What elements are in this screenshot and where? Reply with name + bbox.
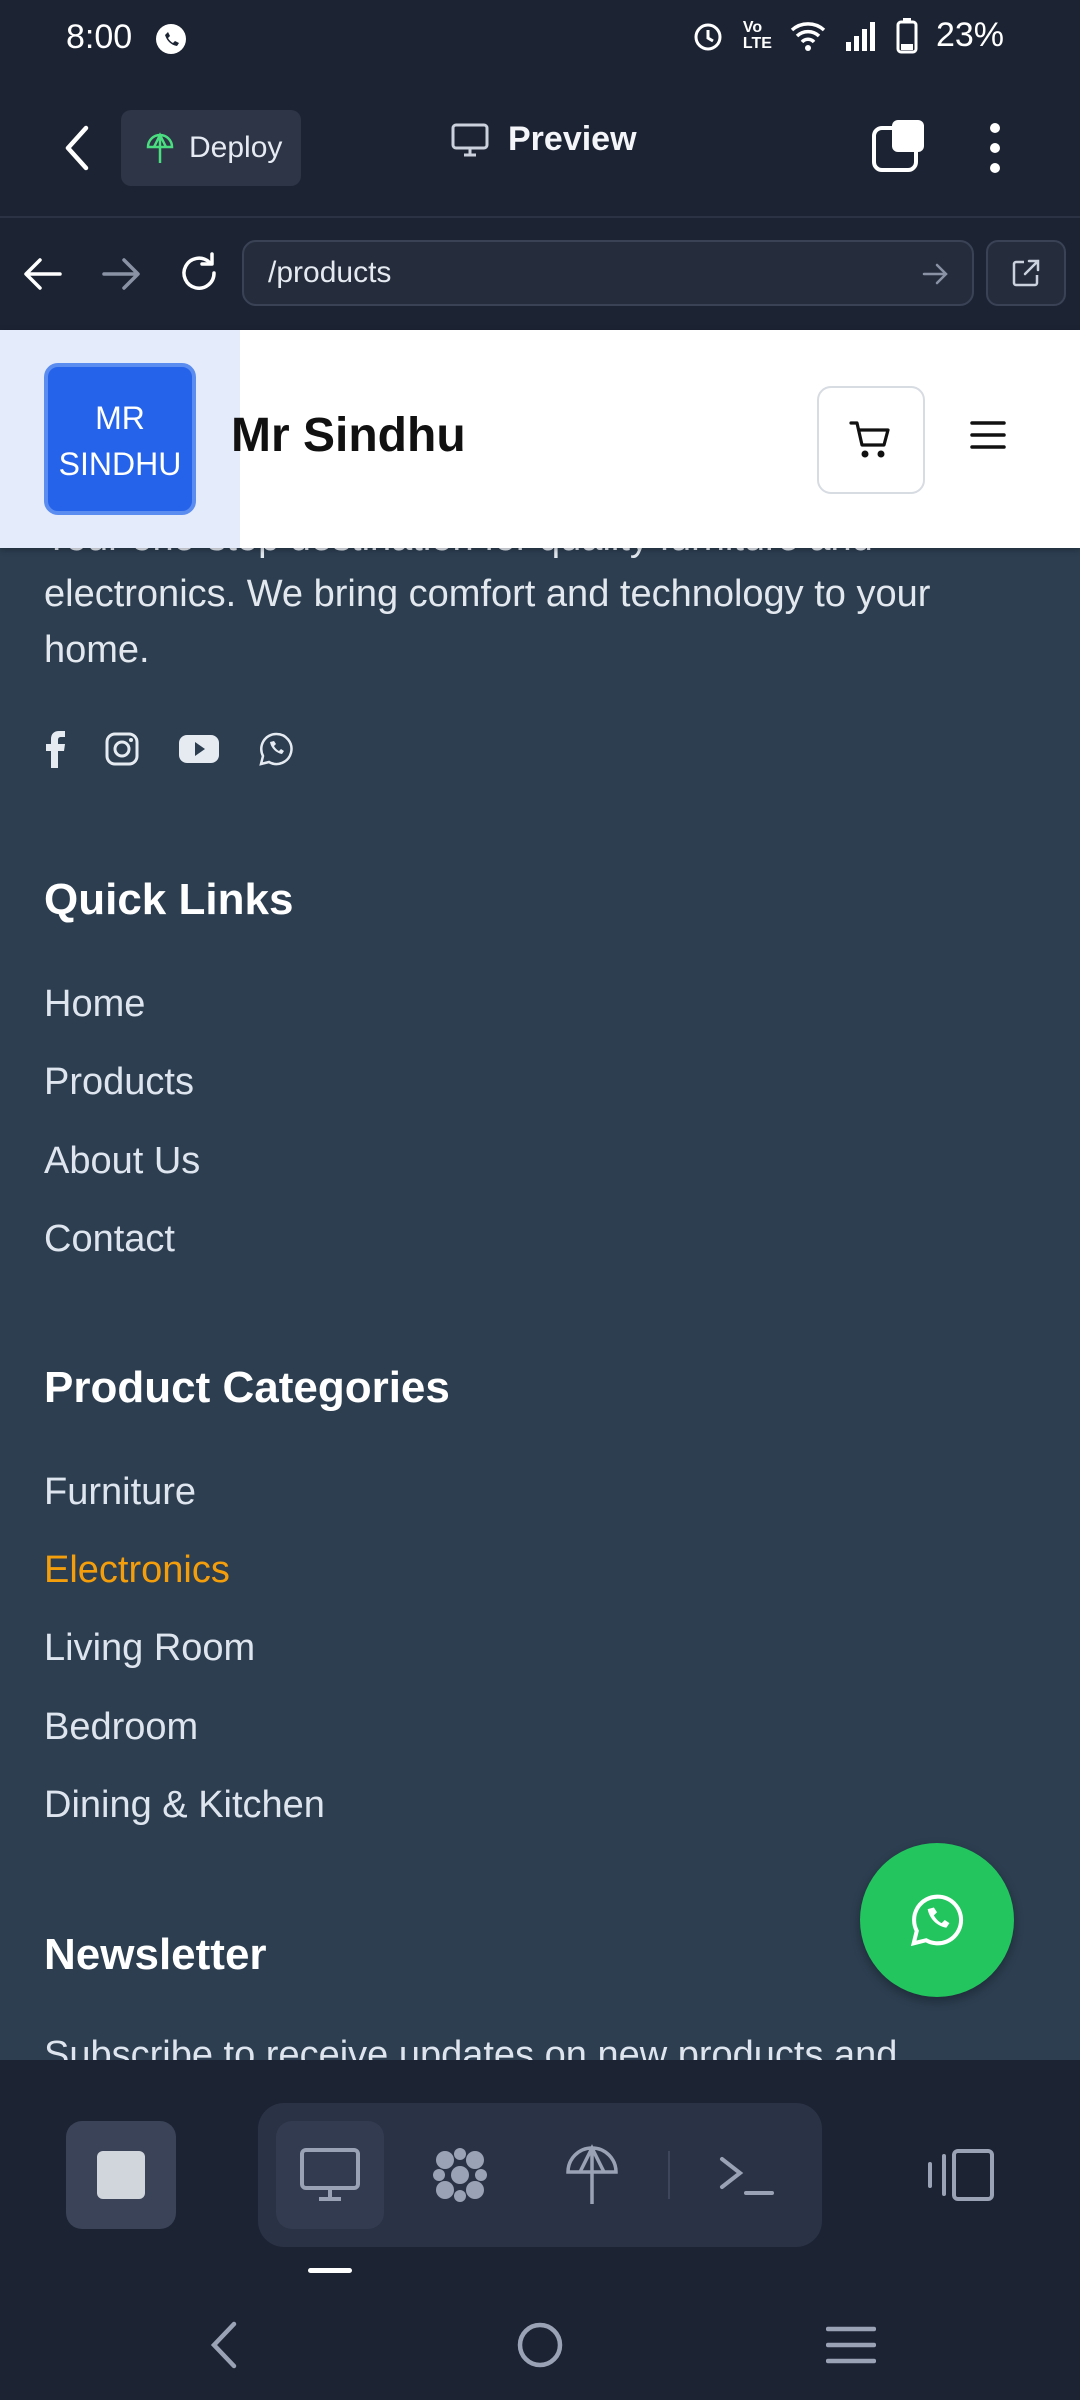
- tab-preview[interactable]: [276, 2121, 384, 2229]
- app-notification-icon: [156, 24, 186, 54]
- external-link-icon: [1012, 259, 1040, 287]
- logo-line-1: MR: [95, 400, 145, 436]
- go-arrow-icon[interactable]: [922, 262, 950, 286]
- signal-icon: [845, 21, 875, 51]
- youtube-icon[interactable]: [178, 733, 220, 765]
- battery-percent: 23%: [935, 16, 1004, 54]
- nav-back-icon[interactable]: [206, 2320, 242, 2370]
- tab-deploy[interactable]: [538, 2121, 646, 2229]
- back-icon[interactable]: [58, 122, 98, 174]
- preview-toggle[interactable]: Preview: [450, 120, 637, 159]
- stop-icon: [97, 2151, 145, 2199]
- status-time: 8:00: [66, 18, 133, 56]
- whatsapp-fab-icon: [910, 1894, 964, 1947]
- alarm-icon: [694, 23, 722, 50]
- cart-button[interactable]: [817, 386, 925, 494]
- newsletter-text: Subscribe to receive updates on new prod…: [44, 2034, 898, 2060]
- footer-link-about[interactable]: About Us: [44, 1140, 200, 1183]
- category-link-dining-kitchen[interactable]: Dining & Kitchen: [44, 1784, 325, 1827]
- category-link-furniture[interactable]: Furniture: [44, 1471, 196, 1514]
- terminal-icon: [720, 2157, 774, 2195]
- tab-console[interactable]: [692, 2121, 800, 2229]
- editor-toolbar: [0, 2060, 1080, 2290]
- hamburger-menu-icon[interactable]: [968, 418, 1008, 452]
- desktop-icon: [300, 2148, 360, 2201]
- tab-divider: [668, 2151, 670, 2199]
- stop-button[interactable]: [66, 2121, 176, 2229]
- tabs-switcher-icon[interactable]: [870, 118, 926, 174]
- instagram-icon[interactable]: [104, 731, 140, 767]
- whatsapp-icon[interactable]: [258, 731, 294, 767]
- status-bar: 8:00 Vo LTE 23%: [0, 0, 1080, 78]
- footer-link-home[interactable]: Home: [44, 983, 145, 1026]
- site-brand-name[interactable]: Mr Sindhu: [231, 408, 466, 463]
- app-top-bar: Deploy Preview: [0, 78, 1080, 218]
- open-external-button[interactable]: [986, 240, 1066, 306]
- nav-home-icon[interactable]: [515, 2320, 565, 2370]
- agent-swirl-icon: [433, 2148, 487, 2202]
- android-nav-bar: [0, 2290, 1080, 2400]
- logo-line-2: SINDHU: [58, 446, 182, 482]
- category-link-living-room[interactable]: Living Room: [44, 1627, 255, 1670]
- cart-icon: [849, 421, 890, 458]
- category-link-electronics[interactable]: Electronics: [44, 1549, 230, 1592]
- preview-label: Preview: [508, 120, 637, 158]
- monitor-icon: [451, 123, 489, 156]
- logo-container: MR SINDHU: [0, 330, 240, 548]
- newsletter-heading: Newsletter: [44, 1930, 267, 1979]
- deploy-label: Deploy: [189, 131, 283, 164]
- wifi-icon: [790, 21, 826, 51]
- deploy-tab-icon: [566, 2144, 618, 2204]
- active-tab-indicator: [308, 2268, 352, 2273]
- battery-icon: [896, 17, 918, 53]
- url-input[interactable]: /products: [242, 240, 974, 306]
- deploy-icon: [146, 132, 174, 163]
- view-tabs: [258, 2103, 822, 2247]
- facebook-icon[interactable]: [44, 730, 66, 768]
- browser-forward-icon[interactable]: [100, 254, 142, 294]
- footer-link-products[interactable]: Products: [44, 1061, 194, 1104]
- site-logo[interactable]: MR SINDHU: [44, 363, 196, 515]
- deploy-button[interactable]: Deploy: [121, 110, 301, 186]
- nav-recents-icon[interactable]: [826, 2324, 876, 2366]
- whatsapp-chat-button[interactable]: [860, 1843, 1014, 1997]
- browser-back-icon[interactable]: [22, 254, 64, 294]
- quick-links-heading: Quick Links: [44, 875, 294, 924]
- tab-agent[interactable]: [406, 2121, 514, 2229]
- reload-icon[interactable]: [176, 250, 222, 296]
- page-content: Your one-stop destination for quality fu…: [0, 330, 1080, 2060]
- browser-url-bar: /products: [0, 220, 1080, 330]
- device-switch-icon[interactable]: [924, 2148, 996, 2202]
- category-link-bedroom[interactable]: Bedroom: [44, 1706, 198, 1749]
- volte-icon: Vo LTE: [742, 18, 772, 52]
- footer-link-contact[interactable]: Contact: [44, 1218, 175, 1261]
- url-text: /products: [268, 256, 392, 289]
- site-header: MR SINDHU Mr Sindhu: [0, 330, 1080, 548]
- social-links: [44, 730, 294, 768]
- product-categories-heading: Product Categories: [44, 1363, 450, 1412]
- more-options-icon[interactable]: [980, 118, 1010, 178]
